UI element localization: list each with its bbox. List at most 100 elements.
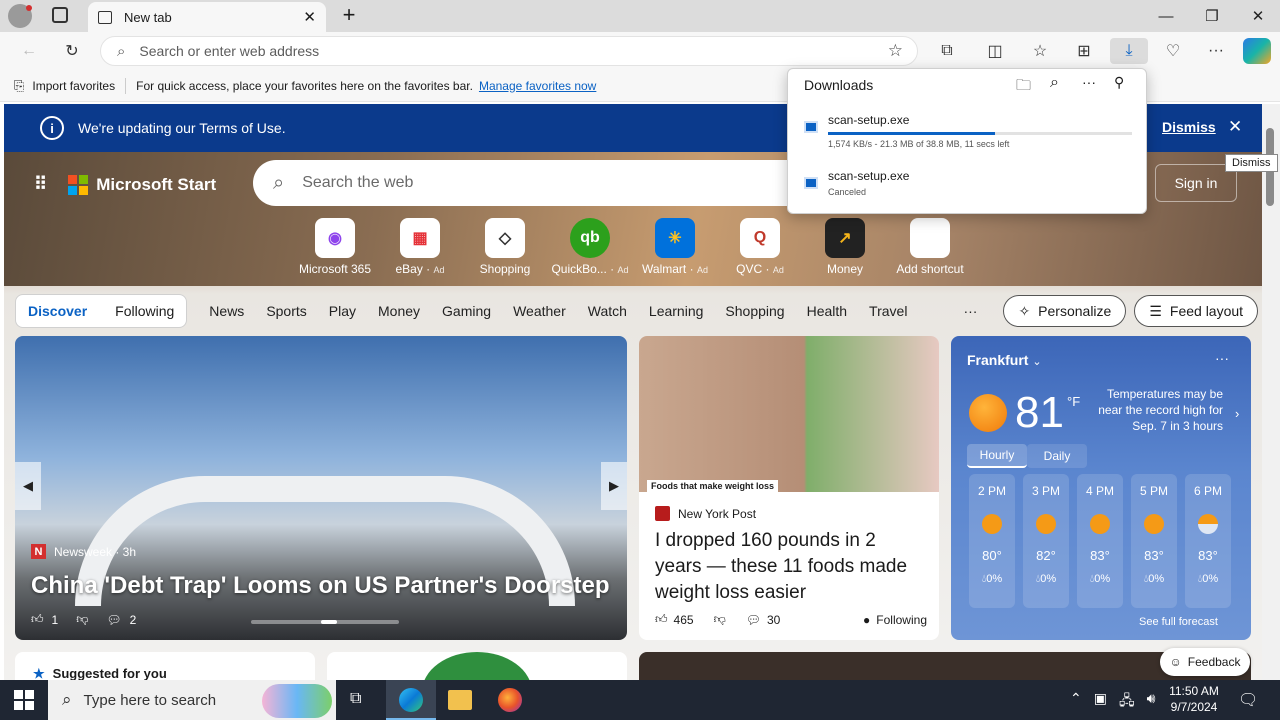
favorite-star-icon[interactable]: ☆ xyxy=(888,41,903,61)
brand-name[interactable]: Microsoft Start xyxy=(96,175,216,195)
personalize-label: Personalize xyxy=(1038,303,1112,319)
refresh-button[interactable]: ↻ xyxy=(57,38,87,64)
main-headline[interactable]: China 'Debt Trap' Looms on US Partner's … xyxy=(31,572,610,600)
copilot-icon[interactable] xyxy=(1243,38,1271,64)
following-label[interactable]: Following xyxy=(876,613,927,627)
minimize-button[interactable]: — xyxy=(1143,0,1189,32)
apps-grid-icon[interactable]: ⠿ xyxy=(34,174,47,195)
address-bar[interactable]: ⌕ Search or enter web address ☆ xyxy=(100,36,918,66)
volume-icon[interactable]: 🔊︎ xyxy=(1147,690,1156,714)
network-icon[interactable]: 🖧︎ xyxy=(1119,690,1135,714)
nav-item-sports[interactable]: Sports xyxy=(266,303,306,319)
nav-item-news[interactable]: News xyxy=(209,303,244,319)
tab-following[interactable]: Following xyxy=(115,303,174,319)
more-options-icon[interactable]: ··· xyxy=(1082,74,1096,90)
comment-icon[interactable]: 💬︎ xyxy=(106,613,121,627)
tab-daily[interactable]: Daily xyxy=(1027,444,1087,468)
weather-city[interactable]: Frankfurt ⌄ xyxy=(967,352,1042,368)
restore-button[interactable]: ❐ xyxy=(1189,0,1235,32)
main-news-card[interactable]: ◀ ▶ N Newsweek · 3h China 'Debt Trap' Lo… xyxy=(15,336,627,640)
microsoft-365-icon: ◉ xyxy=(315,218,355,258)
tab-new-tab[interactable]: New tab ✕ xyxy=(88,2,326,32)
nav-item-travel[interactable]: Travel xyxy=(869,303,907,319)
favorites-icon[interactable]: ☆ xyxy=(1025,38,1055,64)
dislike-icon[interactable]: 👎︎ xyxy=(76,612,88,627)
manage-favorites-link[interactable]: Manage favorites now xyxy=(479,79,596,93)
downloads-icon[interactable]: ⤓ xyxy=(1110,38,1148,64)
news-card-weight-loss[interactable]: Foods that make weight loss New York Pos… xyxy=(639,336,939,640)
nav-more-button[interactable]: ··· xyxy=(963,303,977,319)
download-item[interactable]: scan-setup.exe Canceled xyxy=(828,169,1132,197)
suggested-card[interactable]: ★ Suggested for you xyxy=(15,652,315,680)
task-view-icon[interactable]: ⧉ xyxy=(350,690,361,708)
article-headline[interactable]: I dropped 160 pounds in 2 years — these … xyxy=(655,528,927,606)
quick-link-qvc[interactable]: Q QVC · Ad xyxy=(718,218,802,276)
nav-item-learning[interactable]: Learning xyxy=(649,303,704,319)
download-item[interactable]: scan-setup.exe 1,574 KB/s - 21.3 MB of 3… xyxy=(828,113,1132,149)
close-window-button[interactable]: ✕ xyxy=(1235,0,1280,32)
weather-card[interactable]: Frankfurt ⌄ ··· 81 °F Temperatures may b… xyxy=(951,336,1251,640)
clock[interactable]: 11:50 AM 9/7/2024 xyxy=(1166,683,1222,715)
feedback-button[interactable]: ☺ Feedback xyxy=(1160,648,1250,676)
carousel-next-button[interactable]: ▶ xyxy=(601,462,627,510)
tab-discover[interactable]: Discover xyxy=(28,303,87,319)
like-icon[interactable]: 👍︎ xyxy=(31,612,44,627)
nav-item-weather[interactable]: Weather xyxy=(513,303,566,319)
firefox-icon[interactable] xyxy=(498,688,522,712)
hour-temp: 83° xyxy=(1144,548,1164,563)
weather-more-icon[interactable]: ··· xyxy=(1215,350,1229,366)
news-card-teaser[interactable] xyxy=(639,652,1251,680)
feed-layout-button[interactable]: ☰ Feed layout xyxy=(1134,295,1259,327)
article-source: New York Post xyxy=(655,506,756,521)
nav-item-health[interactable]: Health xyxy=(807,303,847,319)
quick-link-shopping[interactable]: ◇ Shopping xyxy=(463,218,547,276)
weather-alert[interactable]: Temperatures may be near the record high… xyxy=(1093,386,1223,434)
comment-icon[interactable]: 💬︎ xyxy=(746,613,761,627)
collections-icon[interactable]: ⊞ xyxy=(1069,38,1099,64)
import-favorites-button[interactable]: Import favorites xyxy=(32,79,115,93)
open-folder-icon[interactable]: 🗀 xyxy=(1016,75,1031,100)
carousel-prev-button[interactable]: ◀ xyxy=(15,462,41,510)
quick-link-walmart[interactable]: ✳ Walmart · Ad xyxy=(633,218,717,276)
pin-icon[interactable]: ⚲ xyxy=(1114,74,1124,91)
search-highlight-icon[interactable] xyxy=(262,684,332,718)
notification-center-icon[interactable]: 🗨︎ xyxy=(1238,690,1258,710)
quick-link-quickbooks[interactable]: qb QuickBo... · Ad xyxy=(548,218,632,276)
tab-hourly[interactable]: Hourly xyxy=(967,444,1027,468)
new-tab-button[interactable]: + xyxy=(338,2,360,30)
nav-item-shopping[interactable]: Shopping xyxy=(725,303,784,319)
full-forecast-link[interactable]: See full forecast xyxy=(1139,616,1218,628)
dislike-icon[interactable]: 👎︎ xyxy=(714,612,726,627)
nav-item-play[interactable]: Play xyxy=(329,303,356,319)
nav-item-money[interactable]: Money xyxy=(378,303,420,319)
split-screen-icon[interactable]: ◫ xyxy=(980,38,1010,64)
web-search-box[interactable]: ⌕ Search the web xyxy=(253,160,813,206)
scrollbar[interactable] xyxy=(1262,104,1280,680)
search-icon[interactable]: ⌕ xyxy=(1050,74,1059,92)
tab-actions-icon[interactable] xyxy=(52,7,68,23)
quick-link-money[interactable]: ↗ Money xyxy=(803,218,887,276)
edge-taskbar-button[interactable] xyxy=(386,680,436,720)
dismiss-link[interactable]: Dismiss xyxy=(1162,119,1216,135)
more-menu-icon[interactable]: ··· xyxy=(1201,38,1231,64)
news-card-teaser[interactable] xyxy=(327,652,627,680)
extensions-icon[interactable]: ⧉ xyxy=(932,38,962,64)
money-chart-icon: ↗ xyxy=(825,218,865,258)
chevron-up-icon[interactable]: ⌃ xyxy=(1070,690,1082,714)
device-icon[interactable]: ▣ xyxy=(1094,690,1107,714)
close-tab-icon[interactable]: ✕ xyxy=(303,8,316,26)
start-button[interactable] xyxy=(14,690,34,710)
personalize-button[interactable]: ✧ Personalize xyxy=(1003,295,1127,327)
quick-link-microsoft-365[interactable]: ◉ Microsoft 365 xyxy=(293,218,377,276)
quick-link-ebay[interactable]: ▦ eBay · Ad xyxy=(378,218,462,276)
add-shortcut-button[interactable]: + Add shortcut xyxy=(888,218,972,276)
back-button[interactable]: ← xyxy=(14,38,44,64)
nav-item-gaming[interactable]: Gaming xyxy=(442,303,491,319)
browser-essentials-icon[interactable]: ♡ xyxy=(1158,38,1188,64)
file-explorer-icon[interactable] xyxy=(448,690,472,710)
nav-item-watch[interactable]: Watch xyxy=(588,303,627,319)
chevron-right-icon[interactable]: › xyxy=(1235,406,1239,421)
like-icon[interactable]: 👍︎ xyxy=(655,612,668,627)
close-banner-icon[interactable]: ✕ xyxy=(1228,117,1242,137)
sun-icon xyxy=(969,394,1007,432)
